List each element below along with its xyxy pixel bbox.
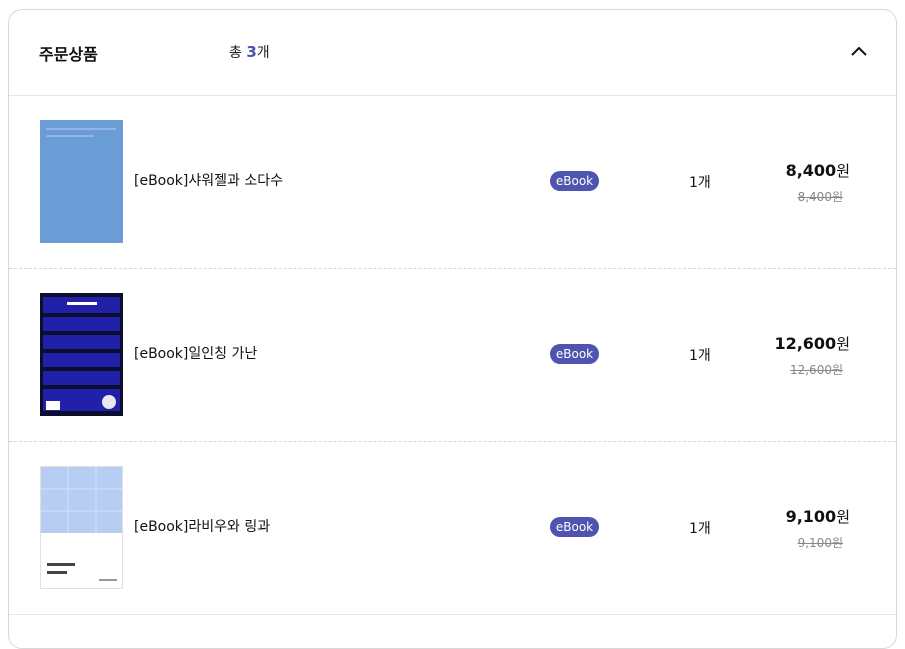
order-item-row: [eBook]라비우와 링과 eBook 1개 9,100원 9,100원 <box>9 442 896 615</box>
chevron-up-icon <box>851 46 867 56</box>
count-value: 3 <box>246 43 257 61</box>
product-name[interactable]: [eBook]샤워젤과 소다수 <box>134 170 283 190</box>
book-cover[interactable] <box>40 120 123 243</box>
ebook-badge: eBook <box>550 517 599 537</box>
section-title: 주문상품 <box>39 45 98 64</box>
price-unit: 원 <box>836 508 850 526</box>
ebook-badge: eBook <box>550 344 599 364</box>
price-unit: 원 <box>836 162 850 180</box>
product-name[interactable]: [eBook]라비우와 링과 <box>134 516 270 536</box>
row-divider <box>9 614 896 615</box>
sale-price: 9,100원 <box>786 506 850 527</box>
sale-price: 12,600원 <box>774 333 850 354</box>
original-price: 9,100원 <box>797 536 843 550</box>
ebook-badge: eBook <box>550 171 599 191</box>
collapse-toggle-button[interactable] <box>848 40 870 62</box>
count-prefix: 총 <box>229 45 242 61</box>
quantity: 1개 <box>689 175 711 191</box>
sale-price: 8,400원 <box>786 160 850 181</box>
price-unit: 원 <box>836 335 850 353</box>
quantity: 1개 <box>689 521 711 537</box>
quantity: 1개 <box>689 348 711 364</box>
order-items-card: 주문상품 총 3개 [eBook]샤워젤과 소다수 eBook 1개 8,400… <box>8 9 897 649</box>
original-price: 8,400원 <box>797 190 843 204</box>
order-item-row: [eBook]샤워젤과 소다수 eBook 1개 8,400원 8,400원 <box>9 96 896 269</box>
original-price: 12,600원 <box>789 363 843 377</box>
item-count: 총 3개 <box>229 42 270 62</box>
sale-price-value: 12,600 <box>774 334 837 353</box>
sale-price-value: 8,400 <box>785 161 837 180</box>
product-name[interactable]: [eBook]일인칭 가난 <box>134 343 257 363</box>
book-cover[interactable] <box>40 293 123 416</box>
order-items-header: 주문상품 총 3개 <box>9 10 896 96</box>
sale-price-value: 9,100 <box>785 507 837 526</box>
book-cover[interactable] <box>40 466 123 589</box>
count-suffix: 개 <box>256 45 270 61</box>
order-item-row: [eBook]일인칭 가난 eBook 1개 12,600원 12,600원 <box>9 269 896 442</box>
